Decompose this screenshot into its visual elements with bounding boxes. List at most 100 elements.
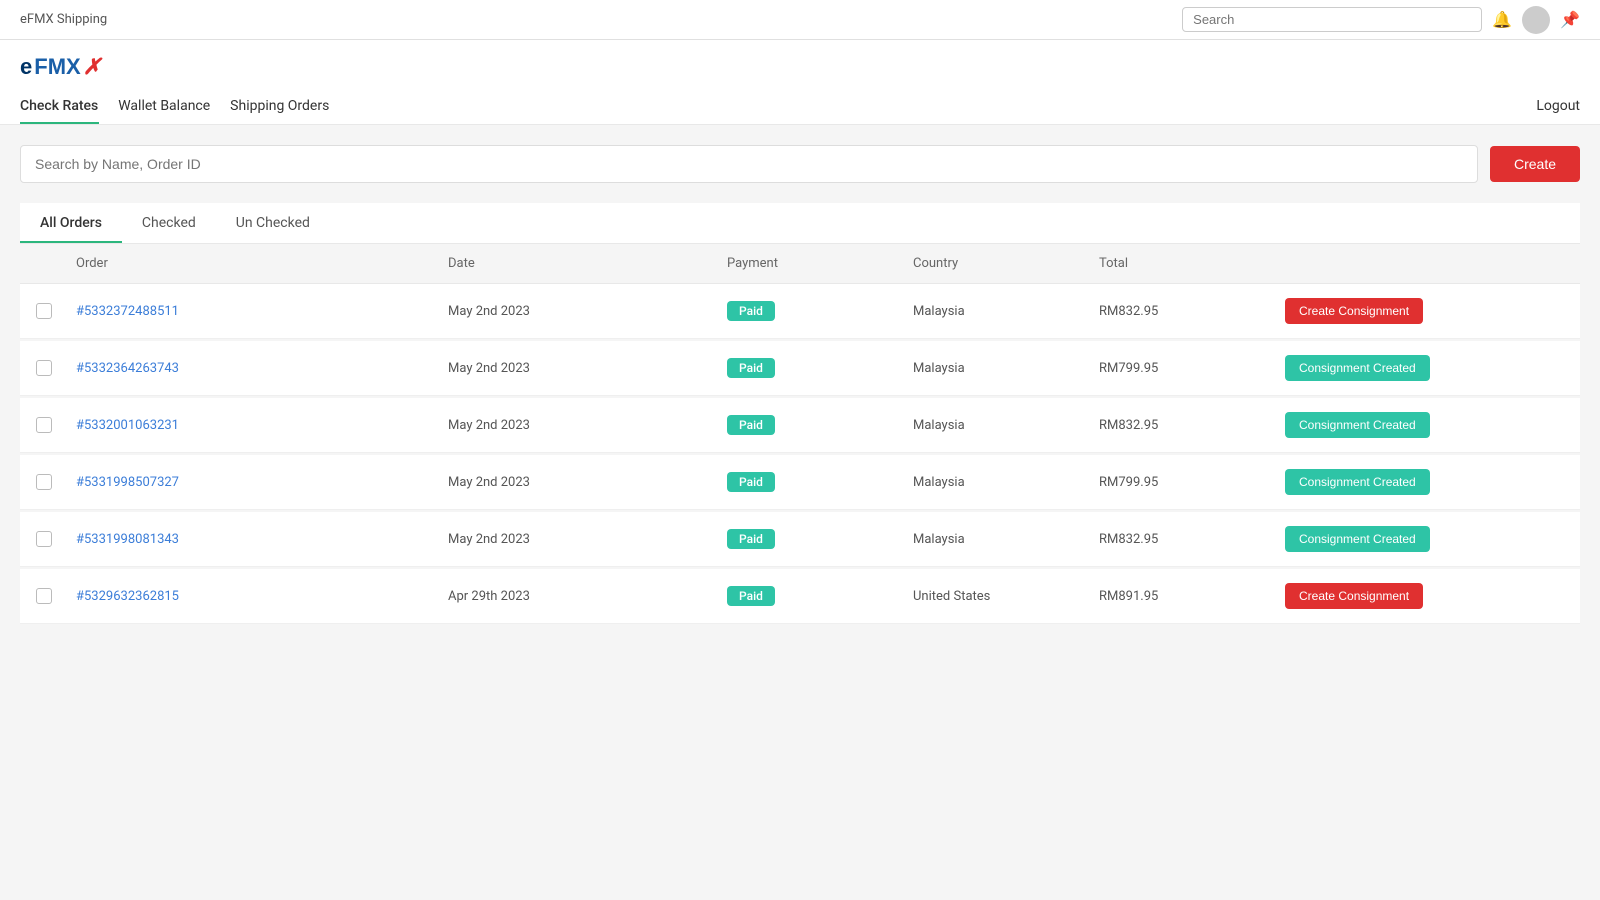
total-cell: RM832.95 <box>1099 418 1285 433</box>
top-bar: eFMX Shipping 🔔 📌 <box>0 0 1600 40</box>
checkbox[interactable] <box>36 417 52 433</box>
table-row: #5332364263743 May 2nd 2023 Paid Malaysi… <box>20 341 1580 396</box>
logo-fmx: FMX <box>34 54 80 80</box>
nav-item-check-rates[interactable]: Check Rates <box>20 88 118 124</box>
order-link[interactable]: #5332001063231 <box>76 418 179 433</box>
action-cell: Create Consignment <box>1285 583 1564 609</box>
checkbox[interactable] <box>36 588 52 604</box>
total-cell: RM891.95 <box>1099 589 1285 604</box>
order-id: #5332372488511 <box>76 303 448 319</box>
payment-cell: Paid <box>727 472 913 492</box>
total-cell: RM799.95 <box>1099 361 1285 376</box>
order-tabs: All Orders Checked Un Checked <box>20 203 1580 244</box>
order-link[interactable]: #5329632362815 <box>76 589 179 604</box>
header: eFMX✗ Check Rates Wallet Balance Shippin… <box>0 40 1600 125</box>
bell-icon[interactable]: 🔔 <box>1492 10 1512 29</box>
row-checkbox <box>36 531 76 547</box>
order-link[interactable]: #5332372488511 <box>76 304 179 319</box>
payment-cell: Paid <box>727 415 913 435</box>
order-link[interactable]: #5331998507327 <box>76 475 179 490</box>
order-date: Apr 29th 2023 <box>448 589 727 604</box>
logo-e: e <box>20 54 32 80</box>
logo-area: eFMX✗ <box>20 40 1580 88</box>
paid-badge: Paid <box>727 529 775 549</box>
search-input[interactable] <box>20 145 1478 183</box>
app-title: eFMX Shipping <box>20 12 107 27</box>
checkbox[interactable] <box>36 303 52 319</box>
country-cell: Malaysia <box>913 532 1099 547</box>
order-date: May 2nd 2023 <box>448 475 727 490</box>
action-cell: Consignment Created <box>1285 355 1564 381</box>
order-link[interactable]: #5332364263743 <box>76 361 179 376</box>
order-id: #5329632362815 <box>76 588 448 604</box>
col-payment: Payment <box>727 256 913 271</box>
paid-badge: Paid <box>727 301 775 321</box>
total-cell: RM832.95 <box>1099 304 1285 319</box>
nav-item-shipping-orders[interactable]: Shipping Orders <box>230 88 349 124</box>
total-cell: RM799.95 <box>1099 475 1285 490</box>
nav-item-wallet-balance[interactable]: Wallet Balance <box>118 88 230 124</box>
country-cell: Malaysia <box>913 475 1099 490</box>
paid-badge: Paid <box>727 415 775 435</box>
row-checkbox <box>36 474 76 490</box>
consignment-created-button[interactable]: Consignment Created <box>1285 355 1430 381</box>
paid-badge: Paid <box>727 586 775 606</box>
col-order: Order <box>76 256 448 271</box>
action-cell: Consignment Created <box>1285 526 1564 552</box>
country-cell: Malaysia <box>913 361 1099 376</box>
checkbox[interactable] <box>36 531 52 547</box>
payment-cell: Paid <box>727 301 913 321</box>
country-cell: United States <box>913 589 1099 604</box>
main-nav: Check Rates Wallet Balance Shipping Orde… <box>20 88 349 124</box>
consignment-created-button[interactable]: Consignment Created <box>1285 412 1430 438</box>
total-cell: RM832.95 <box>1099 532 1285 547</box>
top-search-input[interactable] <box>1182 7 1482 32</box>
paid-badge: Paid <box>727 472 775 492</box>
table-row: #5332372488511 May 2nd 2023 Paid Malaysi… <box>20 284 1580 339</box>
pin-icon: 📌 <box>1560 10 1580 29</box>
orders-table: Order Date Payment Country Total #533237… <box>20 244 1580 624</box>
order-date: May 2nd 2023 <box>448 361 727 376</box>
tab-checked[interactable]: Checked <box>122 203 216 243</box>
create-consignment-button[interactable]: Create Consignment <box>1285 298 1423 324</box>
consignment-created-button[interactable]: Consignment Created <box>1285 469 1430 495</box>
payment-cell: Paid <box>727 529 913 549</box>
order-date: May 2nd 2023 <box>448 418 727 433</box>
paid-badge: Paid <box>727 358 775 378</box>
tab-unchecked[interactable]: Un Checked <box>216 203 330 243</box>
payment-cell: Paid <box>727 586 913 606</box>
col-checkbox <box>36 256 76 271</box>
logo: eFMX✗ <box>20 54 1580 80</box>
col-country: Country <box>913 256 1099 271</box>
action-cell: Consignment Created <box>1285 412 1564 438</box>
create-consignment-button[interactable]: Create Consignment <box>1285 583 1423 609</box>
logout-button[interactable]: Logout <box>1536 88 1580 124</box>
consignment-created-button[interactable]: Consignment Created <box>1285 526 1430 552</box>
col-action <box>1285 256 1564 271</box>
order-date: May 2nd 2023 <box>448 532 727 547</box>
top-bar-right: 🔔 📌 <box>1182 6 1580 34</box>
order-id: #5331998507327 <box>76 474 448 490</box>
avatar[interactable] <box>1522 6 1550 34</box>
country-cell: Malaysia <box>913 418 1099 433</box>
order-id: #5331998081343 <box>76 531 448 547</box>
row-checkbox <box>36 417 76 433</box>
order-link[interactable]: #5331998081343 <box>76 532 179 547</box>
create-button[interactable]: Create <box>1490 146 1580 182</box>
table-row: #5331998081343 May 2nd 2023 Paid Malaysi… <box>20 512 1580 567</box>
tab-all-orders[interactable]: All Orders <box>20 203 122 243</box>
row-checkbox <box>36 588 76 604</box>
search-create-row: Create <box>20 145 1580 183</box>
action-cell: Consignment Created <box>1285 469 1564 495</box>
col-date: Date <box>448 256 727 271</box>
header-nav-row: Check Rates Wallet Balance Shipping Orde… <box>20 88 1580 124</box>
row-checkbox <box>36 360 76 376</box>
action-cell: Create Consignment <box>1285 298 1564 324</box>
main-content: Create All Orders Checked Un Checked Ord… <box>0 125 1600 646</box>
col-total: Total <box>1099 256 1285 271</box>
checkbox[interactable] <box>36 474 52 490</box>
logo-x: ✗ <box>83 54 101 80</box>
order-date: May 2nd 2023 <box>448 304 727 319</box>
checkbox[interactable] <box>36 360 52 376</box>
table-row: #5329632362815 Apr 29th 2023 Paid United… <box>20 569 1580 624</box>
